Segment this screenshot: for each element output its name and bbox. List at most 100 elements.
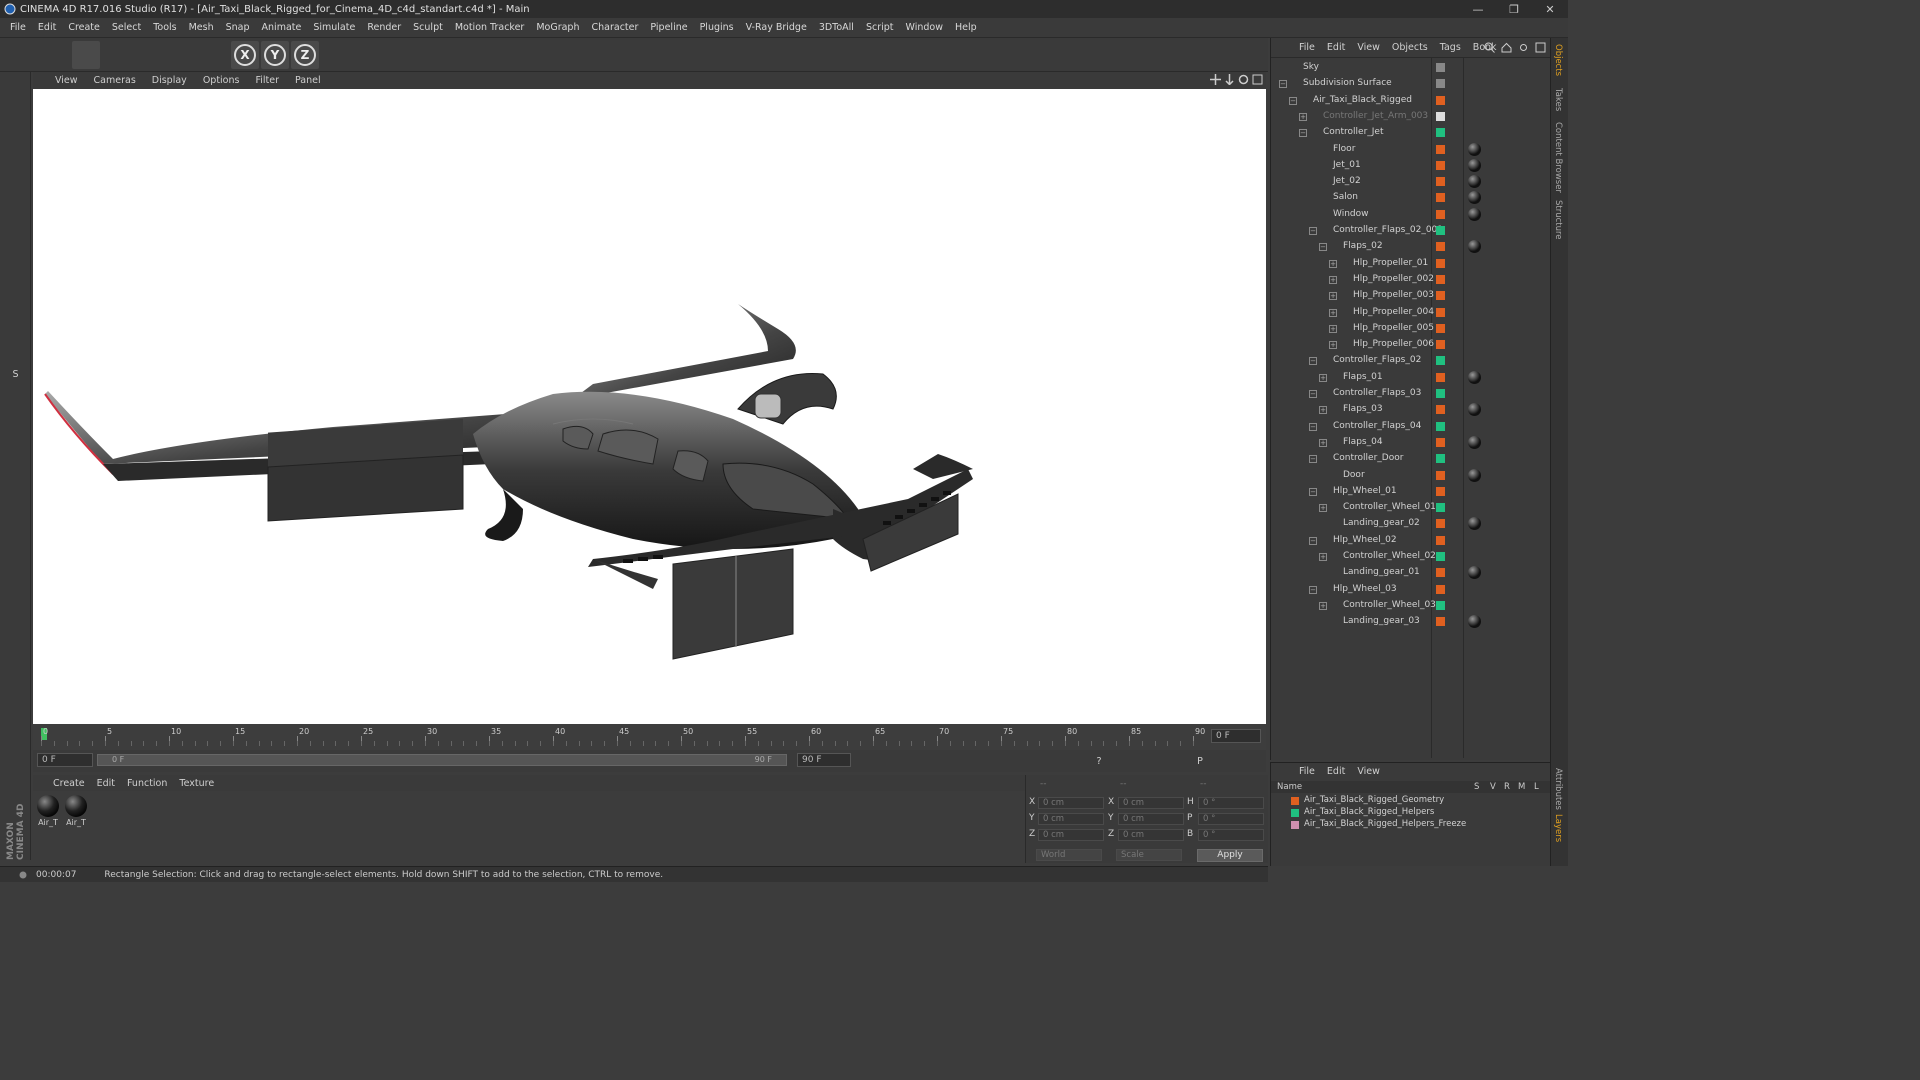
scale-key-button[interactable]: [1145, 752, 1165, 770]
material-tag-icon[interactable]: [1468, 468, 1481, 482]
expand-toggle-icon[interactable]: +: [1329, 341, 1337, 350]
menu-tools[interactable]: Tools: [147, 22, 182, 33]
knife-tool[interactable]: [3, 558, 28, 583]
menu-plugins[interactable]: Plugins: [694, 22, 740, 33]
material-menu-create[interactable]: Create: [47, 778, 91, 789]
object-row-controller-wheel-03[interactable]: + Controller_Wheel_03: [1271, 598, 1551, 614]
expand-toggle-icon[interactable]: +: [1319, 373, 1327, 382]
coord-rot-field[interactable]: 0 °: [1198, 829, 1264, 841]
object-menu-objects[interactable]: Objects: [1386, 42, 1434, 53]
side-tab-objects[interactable]: Objects: [1553, 44, 1563, 76]
paint-tool[interactable]: [3, 470, 28, 495]
object-menu-edit[interactable]: Edit: [1321, 42, 1351, 53]
viewport-menu-options[interactable]: Options: [195, 75, 248, 86]
current-frame-field[interactable]: 0 F: [37, 753, 93, 767]
material-tag-icon[interactable]: [1468, 142, 1481, 156]
material-swatch-2[interactable]: Air_T: [63, 795, 89, 827]
object-row-hlp-propeller-006[interactable]: + Hlp_Propeller_006: [1271, 337, 1551, 353]
timeline-window-button[interactable]: [1245, 752, 1265, 770]
object-row-hlp-propeller-002[interactable]: + Hlp_Propeller_002: [1271, 272, 1551, 288]
expand-toggle-icon[interactable]: +: [1329, 324, 1337, 333]
texture-mode-tool[interactable]: [3, 146, 28, 171]
expand-toggle-icon[interactable]: +: [1329, 308, 1337, 317]
expand-toggle-icon[interactable]: −: [1279, 80, 1287, 89]
object-row-controller-door[interactable]: − Controller_Door: [1271, 451, 1551, 467]
light-button[interactable]: [660, 41, 688, 69]
time-slider[interactable]: 0 F 90 F: [97, 754, 787, 766]
menu-create[interactable]: Create: [62, 22, 106, 33]
move-key-button[interactable]: [1122, 752, 1142, 770]
expand-toggle-icon[interactable]: +: [1319, 438, 1327, 447]
viewport-menu-filter[interactable]: Filter: [247, 75, 287, 86]
object-row-floor[interactable]: Floor: [1271, 142, 1551, 158]
layer-row-air-taxi-black-rigged-helpers-freeze[interactable]: Air_Taxi_Black_Rigged_Helpers_Freeze: [1271, 819, 1551, 831]
object-menu-tags[interactable]: Tags: [1434, 42, 1467, 53]
object-row-controller-wheel-01[interactable]: + Controller_Wheel_01: [1271, 500, 1551, 516]
object-row-controller-flaps-02[interactable]: − Controller_Flaps_02: [1271, 353, 1551, 369]
material-tag-icon[interactable]: [1468, 517, 1481, 531]
menu-sculpt[interactable]: Sculpt: [407, 22, 449, 33]
material-swatch-1[interactable]: Air_T: [35, 795, 61, 827]
coord-pos-field[interactable]: 0 cm: [1038, 829, 1104, 841]
object-row-salon[interactable]: Salon: [1271, 190, 1551, 206]
viewport-menu-view[interactable]: View: [47, 75, 86, 86]
world-coordinate-button[interactable]: [321, 41, 349, 69]
next-key-button[interactable]: [983, 752, 1003, 770]
workplane-tool[interactable]: [3, 174, 28, 199]
expand-toggle-icon[interactable]: −: [1309, 390, 1317, 398]
model-mode-tool[interactable]: [3, 116, 28, 141]
expand-toggle-icon[interactable]: −: [1309, 455, 1317, 464]
magnet-tool[interactable]: [3, 618, 28, 643]
toggle-view-icon[interactable]: [1252, 74, 1263, 85]
object-row-landing-gear-01[interactable]: Landing_gear_01: [1271, 565, 1551, 581]
subdivision-nurbs-button[interactable]: [512, 41, 540, 69]
close-button[interactable]: ✕: [1532, 0, 1568, 18]
object-row-hlp-wheel-03[interactable]: − Hlp_Wheel_03: [1271, 582, 1551, 598]
expand-toggle-icon[interactable]: −: [1309, 487, 1317, 496]
python-tool[interactable]: [3, 736, 28, 761]
record-active-button[interactable]: [1045, 752, 1065, 770]
menu-snap[interactable]: Snap: [220, 22, 256, 33]
lock-workplane-tool[interactable]: [3, 678, 28, 703]
layer-row-air-taxi-black-rigged-geometry[interactable]: Air_Taxi_Black_Rigged_Geometry: [1271, 795, 1551, 807]
material-tag-icon[interactable]: [1468, 158, 1481, 172]
snap-tool[interactable]: [3, 398, 28, 423]
points-mode-tool[interactable]: [3, 206, 28, 231]
material-tag-icon[interactable]: [1468, 191, 1481, 205]
material-tag-icon[interactable]: [1468, 207, 1481, 221]
go-to-start-button[interactable]: [867, 752, 887, 770]
expand-toggle-icon[interactable]: −: [1309, 357, 1317, 366]
soft-selection-tool[interactable]: S: [3, 362, 28, 387]
material-tag-icon[interactable]: [1468, 175, 1481, 189]
side-tab-structure[interactable]: Structure: [1553, 200, 1563, 240]
side-tab-layers[interactable]: Layers: [1553, 814, 1563, 842]
menu-window[interactable]: Window: [900, 22, 949, 33]
coord-size-field[interactable]: 0 cm: [1118, 829, 1184, 841]
object-row-controller-wheel-02[interactable]: + Controller_Wheel_02: [1271, 549, 1551, 565]
expand-toggle-icon[interactable]: −: [1319, 243, 1327, 252]
object-menu-view[interactable]: View: [1351, 42, 1386, 53]
expand-toggle-icon[interactable]: +: [1329, 275, 1337, 284]
3d-viewport[interactable]: [33, 89, 1266, 724]
expand-toggle-icon[interactable]: −: [1289, 96, 1297, 105]
material-tag-icon[interactable]: [1468, 403, 1481, 417]
material-tag-icon[interactable]: [1468, 370, 1481, 384]
menu-character[interactable]: Character: [585, 22, 644, 33]
undo-button[interactable]: [6, 41, 34, 69]
menu-3dtoall[interactable]: 3DToAll: [813, 22, 860, 33]
minimize-button[interactable]: —: [1460, 0, 1496, 18]
object-row-controller-flaps-02-001[interactable]: − Controller_Flaps_02_001: [1271, 223, 1551, 239]
apply-button[interactable]: Apply: [1197, 849, 1263, 862]
timeline-ruler[interactable]: 0 5 10 15 20 25 30 35 40 45 50 55 60 65 70 75 80 85 90 0 F: [33, 724, 1266, 750]
coord-pos-field[interactable]: 0 cm: [1038, 797, 1104, 809]
menu-v-ray-bridge[interactable]: V-Ray Bridge: [740, 22, 813, 33]
search-icon[interactable]: [1484, 42, 1495, 53]
recent-tool-button[interactable]: [192, 41, 220, 69]
keyframe-help-button[interactable]: ?: [1089, 752, 1109, 770]
side-tab-attributes[interactable]: Attributes: [1553, 768, 1563, 810]
expand-toggle-icon[interactable]: −: [1309, 585, 1317, 594]
object-row-flaps-01[interactable]: + Flaps_01: [1271, 370, 1551, 386]
material-menu-function[interactable]: Function: [121, 778, 173, 789]
object-row-air-taxi-black-rigged[interactable]: − Air_Taxi_Black_Rigged: [1271, 93, 1551, 109]
axis-mode-tool[interactable]: [3, 302, 28, 327]
